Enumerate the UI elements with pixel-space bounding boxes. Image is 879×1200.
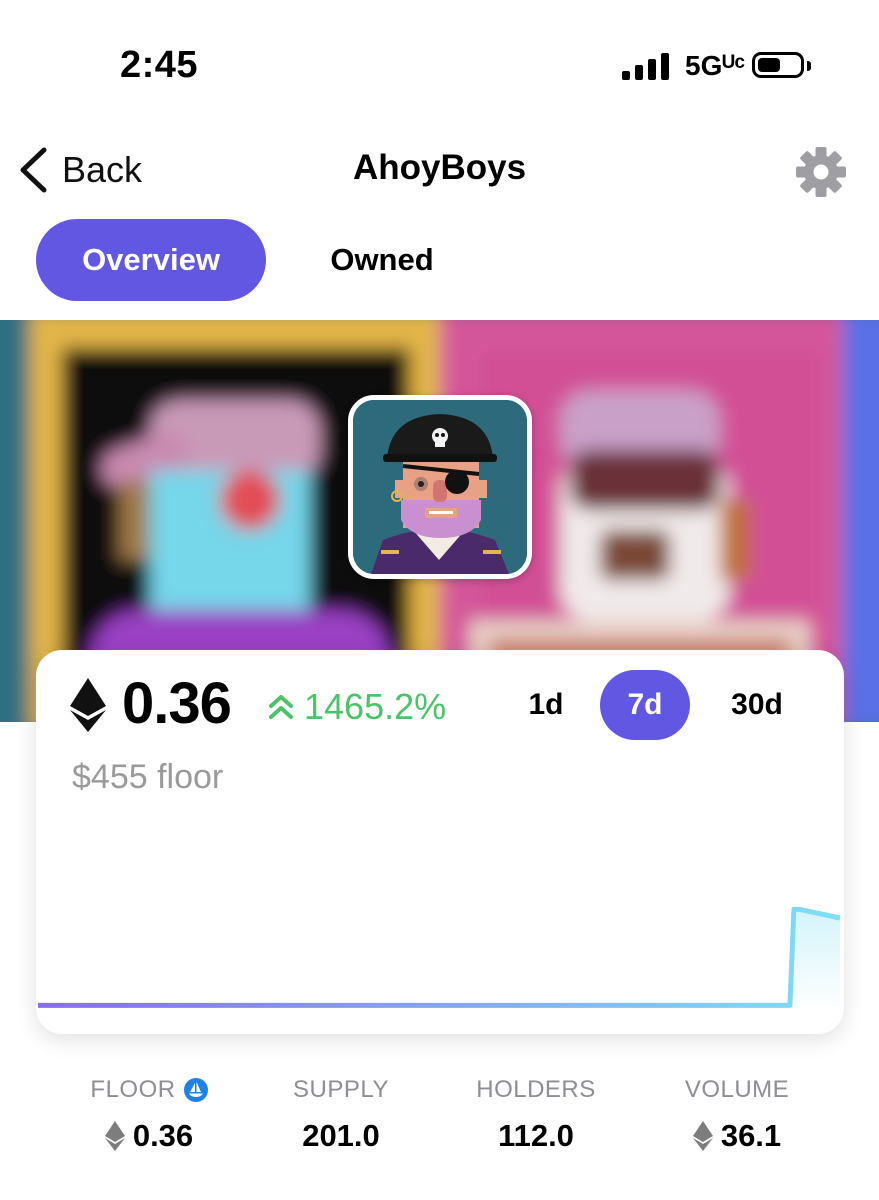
stat-floor: FLOOR 0.36 (49, 1074, 249, 1154)
gear-icon (796, 147, 846, 197)
ethereum-icon (104, 1121, 125, 1151)
pirate-avatar-image (353, 400, 527, 574)
ethereum-icon (692, 1121, 713, 1151)
opensea-icon (183, 1078, 208, 1102)
range-7d-button[interactable]: 7d (600, 670, 690, 740)
stat-volume-value-row: 36.1 (637, 1118, 837, 1154)
settings-button[interactable] (794, 145, 848, 199)
double-chevron-up-icon (269, 695, 293, 719)
back-label: Back (62, 149, 143, 190)
stat-supply: SUPPLY 201.0 (241, 1074, 441, 1154)
stat-holders: HOLDERS 112.0 (436, 1074, 636, 1154)
battery-tip (807, 61, 811, 71)
network-type: 5Gᵁᶜ (685, 50, 746, 81)
tab-overview[interactable]: Overview (36, 219, 266, 301)
stat-floor-label-row: FLOOR (49, 1074, 249, 1106)
range-30d-button[interactable]: 30d (716, 670, 798, 740)
usd-floor: $455 floor (72, 758, 224, 796)
stat-volume-label: VOLUME (684, 1076, 790, 1103)
stat-holders-value: 112.0 (498, 1118, 574, 1153)
stat-holders-label: HOLDERS (476, 1076, 596, 1103)
price-card: 0.36 1465.2% 1d 7d 30d $455 floor (36, 650, 844, 1034)
stat-floor-value: 0.36 (132, 1118, 194, 1153)
stat-volume-value: 36.1 (720, 1118, 782, 1153)
floor-price: 0.36 (122, 671, 232, 736)
chart-series-line (38, 906, 841, 1008)
chevron-left-icon (20, 147, 47, 193)
collection-avatar (348, 395, 532, 579)
stat-supply-value: 201.0 (302, 1118, 380, 1153)
price-change-percent: 1465.2% (304, 686, 447, 727)
stat-supply-label: SUPPLY (293, 1076, 389, 1103)
stat-floor-label: FLOOR (90, 1076, 176, 1103)
stat-floor-value-row: 0.36 (49, 1118, 249, 1154)
battery-icon (752, 52, 804, 78)
price-chart (38, 906, 841, 1012)
tab-owned[interactable]: Owned (292, 219, 472, 301)
chart-area (38, 909, 840, 1012)
range-1d-button[interactable]: 1d (510, 670, 582, 740)
cellular-signal-icon (622, 52, 670, 80)
ethereum-icon (70, 678, 106, 732)
status-time: 2:45 (120, 44, 199, 86)
price-change: 1465.2% (268, 686, 446, 728)
back-button[interactable]: Back (18, 142, 142, 198)
stat-volume: VOLUME 36.1 (637, 1074, 837, 1154)
